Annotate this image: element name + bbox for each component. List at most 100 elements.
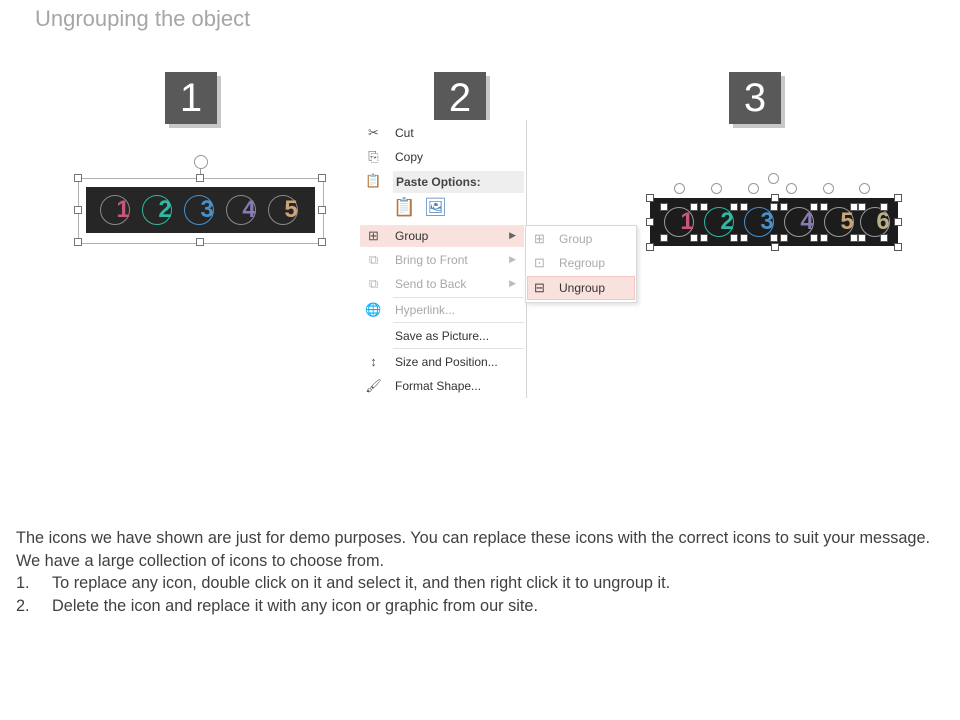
resize-handle[interactable] xyxy=(318,174,326,182)
resize-handle[interactable] xyxy=(894,194,902,202)
resize-handle[interactable] xyxy=(780,234,788,242)
resize-handle[interactable] xyxy=(74,238,82,246)
menu-item-cut[interactable]: ✂ Cut xyxy=(360,122,524,144)
number-icon-4: 4 xyxy=(242,196,256,223)
menu-separator xyxy=(393,348,524,349)
resize-handle[interactable] xyxy=(660,234,668,242)
icon-strip: 1 2 3 4 5 xyxy=(86,187,315,233)
copy-icon: ⎘ xyxy=(368,149,379,164)
resize-handle[interactable] xyxy=(690,203,698,211)
rotate-handle-icon[interactable] xyxy=(823,183,834,194)
save-picture-icon xyxy=(365,328,382,344)
submenu-arrow-icon: ▶ xyxy=(509,278,516,288)
format-shape-icon: 🖌 xyxy=(365,378,382,393)
group-submenu: ⊞ Group ⊡ Regroup ⊟ Ungroup xyxy=(525,225,637,303)
submenu-arrow-icon: ▶ xyxy=(509,230,516,240)
menu-item-size-and-position[interactable]: ↕ Size and Position... xyxy=(360,351,524,373)
resize-handle[interactable] xyxy=(740,234,748,242)
resize-handle[interactable] xyxy=(74,206,82,214)
number-icon-2: 2 xyxy=(158,196,172,223)
resize-handle[interactable] xyxy=(730,203,738,211)
intro-paragraph: The icons we have shown are just for dem… xyxy=(16,529,931,570)
rotate-handle-icon[interactable] xyxy=(859,183,870,194)
instructions-text: The icons we have shown are just for dem… xyxy=(16,527,946,617)
resize-handle[interactable] xyxy=(690,234,698,242)
resize-handle[interactable] xyxy=(318,206,326,214)
number-icon-3: 3 xyxy=(760,208,774,235)
regroup-icon: ⊡ xyxy=(534,255,545,270)
menu-item-bring-to-front[interactable]: ⧉ Bring to Front ▶ xyxy=(360,249,524,271)
menu-item-send-to-back[interactable]: ⧉ Send to Back ▶ xyxy=(360,273,524,295)
submenu-item-group[interactable]: ⊞ Group xyxy=(528,228,634,250)
context-menu: ✂ Cut ⎘ Copy 📋 Paste Options: 📋 🖼 ⊞ Grou… xyxy=(360,120,527,398)
resize-handle[interactable] xyxy=(700,234,708,242)
slide-title: Ungrouping the object xyxy=(35,6,251,31)
resize-handle[interactable] xyxy=(858,234,866,242)
paste-options-header: Paste Options: xyxy=(393,171,524,193)
step-badge-3: 3 xyxy=(729,72,781,124)
rotate-handle-icon[interactable] xyxy=(768,173,779,184)
resize-handle[interactable] xyxy=(771,243,779,251)
group-icon: ⊞ xyxy=(534,231,545,246)
number-icon-1: 1 xyxy=(680,208,694,235)
resize-handle[interactable] xyxy=(771,194,779,202)
step-badge-1: 1 xyxy=(165,72,217,124)
submenu-arrow-icon: ▶ xyxy=(509,254,516,264)
resize-handle[interactable] xyxy=(646,194,654,202)
number-icon-5: 5 xyxy=(840,208,854,235)
resize-handle[interactable] xyxy=(740,203,748,211)
resize-handle[interactable] xyxy=(646,218,654,226)
resize-handle[interactable] xyxy=(820,234,828,242)
resize-handle[interactable] xyxy=(894,243,902,251)
cut-icon: ✂ xyxy=(368,125,379,140)
rotate-handle-icon[interactable] xyxy=(194,155,208,169)
menu-separator xyxy=(393,322,524,323)
resize-handle[interactable] xyxy=(770,234,778,242)
menu-item-copy[interactable]: ⎘ Copy xyxy=(360,146,524,168)
submenu-item-ungroup[interactable]: ⊟ Ungroup xyxy=(527,276,635,300)
number-icon-3: 3 xyxy=(200,196,214,223)
instruction-step-1: 1. To replace any icon, double click on … xyxy=(16,574,671,592)
resize-handle[interactable] xyxy=(780,203,788,211)
rotate-handle-icon[interactable] xyxy=(786,183,797,194)
size-position-icon: ↕ xyxy=(370,354,377,369)
ungroup-icon: ⊟ xyxy=(534,280,545,295)
rotate-handle-icon[interactable] xyxy=(674,183,685,194)
paste-as-picture-icon[interactable]: 🖼 xyxy=(424,197,450,223)
resize-handle[interactable] xyxy=(850,203,858,211)
resize-handle[interactable] xyxy=(810,203,818,211)
rotate-handle-icon[interactable] xyxy=(748,183,759,194)
resize-handle[interactable] xyxy=(730,234,738,242)
resize-handle[interactable] xyxy=(700,203,708,211)
menu-item-group[interactable]: ⊞ Group ▶ xyxy=(360,225,524,247)
send-to-back-icon: ⧉ xyxy=(368,276,379,291)
resize-handle[interactable] xyxy=(858,203,866,211)
instruction-step-2: 2. Delete the icon and replace it with a… xyxy=(16,596,538,615)
number-icon-5: 5 xyxy=(284,196,298,223)
number-icon-2: 2 xyxy=(720,208,734,235)
menu-item-save-as-picture[interactable]: Save as Picture... xyxy=(360,325,524,347)
menu-item-hyperlink[interactable]: 🌐 Hyperlink... xyxy=(360,299,524,321)
number-icon-1: 1 xyxy=(116,196,130,223)
menu-item-format-shape[interactable]: 🖌 Format Shape... xyxy=(360,375,524,397)
resize-handle[interactable] xyxy=(894,218,902,226)
resize-handle[interactable] xyxy=(196,238,204,246)
resize-handle[interactable] xyxy=(810,234,818,242)
resize-handle[interactable] xyxy=(74,174,82,182)
paste-icon: 📋 xyxy=(365,173,382,188)
resize-handle[interactable] xyxy=(850,234,858,242)
menu-separator xyxy=(393,297,524,298)
resize-handle[interactable] xyxy=(196,174,204,182)
hyperlink-icon: 🌐 xyxy=(365,302,382,317)
resize-handle[interactable] xyxy=(646,243,654,251)
resize-handle[interactable] xyxy=(820,203,828,211)
paste-keep-source-icon[interactable]: 📋 xyxy=(393,197,419,223)
rotate-handle-icon[interactable] xyxy=(711,183,722,194)
submenu-item-regroup[interactable]: ⊡ Regroup xyxy=(528,252,634,274)
resize-handle[interactable] xyxy=(880,234,888,242)
resize-handle[interactable] xyxy=(660,203,668,211)
resize-handle[interactable] xyxy=(318,238,326,246)
resize-handle[interactable] xyxy=(880,203,888,211)
resize-handle[interactable] xyxy=(770,203,778,211)
number-icon-4: 4 xyxy=(800,208,814,235)
